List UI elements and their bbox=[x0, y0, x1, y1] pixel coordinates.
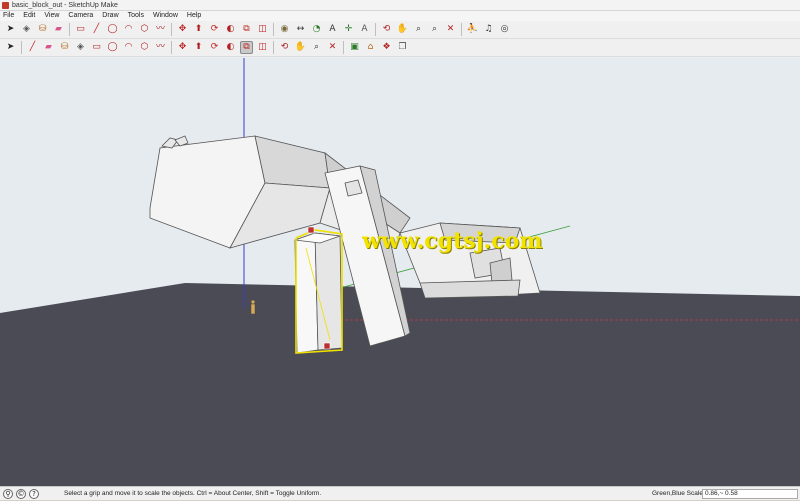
3d-text-icon[interactable]: A bbox=[358, 23, 371, 36]
walk-icon[interactable]: ♫ bbox=[482, 23, 495, 36]
rectangle-icon[interactable]: ▭ bbox=[90, 41, 103, 54]
polygon-icon[interactable]: ⬡ bbox=[138, 23, 151, 36]
push-pull-icon[interactable]: ⬆ bbox=[192, 23, 205, 36]
window-title: basic_block_out - SketchUp Make bbox=[12, 2, 118, 9]
zoom-window-icon[interactable]: ⌕ bbox=[428, 23, 441, 36]
components-icon[interactable]: ▣ bbox=[348, 41, 361, 54]
make-component-icon[interactable]: ◈ bbox=[74, 41, 87, 54]
toolbar-separator bbox=[171, 41, 172, 54]
measurements-input[interactable]: 0.86,~ 0.58 bbox=[702, 489, 798, 499]
selected-box bbox=[294, 232, 343, 354]
menu-tools[interactable]: Tools bbox=[128, 11, 144, 21]
rectangle-icon[interactable]: ▭ bbox=[74, 23, 87, 36]
arc-icon[interactable]: ◠ bbox=[122, 41, 135, 54]
orbit-icon[interactable]: ⟲ bbox=[278, 41, 291, 54]
dimension-icon[interactable]: ↔ bbox=[294, 23, 307, 36]
zoom-icon[interactable]: ⌕ bbox=[310, 41, 323, 54]
polygon-icon[interactable]: ⬡ bbox=[138, 41, 151, 54]
zoom-extents-icon[interactable]: ✕ bbox=[444, 23, 457, 36]
toolbar-separator bbox=[273, 41, 274, 54]
menu-camera[interactable]: Camera bbox=[68, 11, 93, 21]
orbit-icon[interactable]: ⟲ bbox=[380, 23, 393, 36]
eraser-icon[interactable]: ▰ bbox=[42, 41, 55, 54]
extension-warehouse-icon[interactable]: ❐ bbox=[396, 41, 409, 54]
paint-bucket-icon[interactable]: ⛁ bbox=[36, 23, 49, 36]
menu-view[interactable]: View bbox=[44, 11, 59, 21]
circle-icon[interactable]: ◯ bbox=[106, 23, 119, 36]
follow-me-icon[interactable]: ◐ bbox=[224, 41, 237, 54]
warehouse-icon[interactable]: ⌂ bbox=[364, 41, 377, 54]
toolbar-separator bbox=[171, 23, 172, 36]
scale-icon[interactable]: ⧉ bbox=[240, 41, 253, 54]
select-icon[interactable]: ➤ bbox=[4, 23, 17, 36]
3d-viewport[interactable]: www.cgtsj.com bbox=[0, 58, 800, 486]
push-pull-icon[interactable]: ⬆ bbox=[192, 41, 205, 54]
tape-measure-icon[interactable]: ◉ bbox=[278, 23, 291, 36]
menu-window[interactable]: Window bbox=[153, 11, 178, 21]
move-icon[interactable]: ✥ bbox=[176, 41, 189, 54]
move-icon[interactable]: ✥ bbox=[176, 23, 189, 36]
freehand-icon[interactable]: 〰 bbox=[154, 41, 167, 54]
menu-help[interactable]: Help bbox=[187, 11, 201, 21]
toolbar-separator bbox=[21, 41, 22, 54]
protractor-icon[interactable]: ◔ bbox=[310, 23, 323, 36]
scale-grip-bottom[interactable] bbox=[323, 342, 331, 350]
scale-grip-top[interactable] bbox=[307, 226, 315, 234]
circle-icon[interactable]: ◯ bbox=[106, 41, 119, 54]
make-component-icon[interactable]: ◈ bbox=[20, 23, 33, 36]
pan-icon[interactable]: ✋ bbox=[396, 23, 409, 36]
axes-icon[interactable]: ✛ bbox=[342, 23, 355, 36]
getting-started-toolbar: ➤ ╱ ▰ ⛁ ◈ ▭ ◯ ◠ ⬡ 〰 ✥ ⬆ ⟳ ◐ ⧉ ◫ ⟲ ✋ ⌕ ✕ ▣ ⌂ ❖ ❐ bbox=[0, 39, 800, 57]
offset-icon[interactable]: ◫ bbox=[256, 41, 269, 54]
measurements-label: Green,Blue Scale bbox=[652, 490, 703, 497]
zoom-icon[interactable]: ⌕ bbox=[412, 23, 425, 36]
share-model-icon[interactable]: ❖ bbox=[380, 41, 393, 54]
geo-location-icon[interactable]: ⚲ bbox=[3, 489, 13, 499]
arc-icon[interactable]: ◠ bbox=[122, 23, 135, 36]
text-icon[interactable]: A bbox=[326, 23, 339, 36]
rotate-icon[interactable]: ⟳ bbox=[208, 41, 221, 54]
menu-file[interactable]: File bbox=[3, 11, 14, 21]
title-bar: basic_block_out - SketchUp Make bbox=[0, 0, 800, 11]
credits-icon[interactable]: © bbox=[16, 489, 26, 499]
scale-figure bbox=[250, 299, 256, 315]
scene-canvas[interactable] bbox=[0, 58, 800, 486]
pan-icon[interactable]: ✋ bbox=[294, 41, 307, 54]
eraser-icon[interactable]: ▰ bbox=[52, 23, 65, 36]
toolbar-separator bbox=[343, 41, 344, 54]
status-message: Select a grip and move it to scale the o… bbox=[64, 490, 322, 497]
toolbar-separator bbox=[69, 23, 70, 36]
menu-draw[interactable]: Draw bbox=[102, 11, 118, 21]
large-tool-set-toolbar: ➤ ◈ ⛁ ▰ ▭ ╱ ◯ ◠ ⬡ 〰 ✥ ⬆ ⟳ ◐ ⧉ ◫ ◉ ↔ ◔ A ✛ A ⟲ ✋ ⌕ ⌕ ✕ ⛹ ♫ ◎ bbox=[0, 21, 800, 39]
line-icon[interactable]: ╱ bbox=[90, 23, 103, 36]
help-icon[interactable]: ? bbox=[29, 489, 39, 499]
toolbar-separator bbox=[273, 23, 274, 36]
status-bar: ⚲ ©? Select a grip and move it to scale t… bbox=[0, 486, 800, 500]
watermark-text: www.cgtsj.com bbox=[362, 228, 543, 254]
app-logo-icon bbox=[2, 2, 9, 9]
scale-icon[interactable]: ⧉ bbox=[240, 23, 253, 36]
paint-bucket-icon[interactable]: ⛁ bbox=[58, 41, 71, 54]
freehand-icon[interactable]: 〰 bbox=[154, 23, 167, 36]
follow-me-icon[interactable]: ◐ bbox=[224, 23, 237, 36]
select-icon[interactable]: ➤ bbox=[4, 41, 17, 54]
toolbar-separator bbox=[375, 23, 376, 36]
menu-bar: File Edit View Camera Draw Tools Window Help bbox=[0, 11, 800, 21]
look-around-icon[interactable]: ◎ bbox=[498, 23, 511, 36]
rotate-icon[interactable]: ⟳ bbox=[208, 23, 221, 36]
toolbar-separator bbox=[461, 23, 462, 36]
line-icon[interactable]: ╱ bbox=[26, 41, 39, 54]
offset-icon[interactable]: ◫ bbox=[256, 23, 269, 36]
status-icons: ⚲ ©? bbox=[3, 489, 42, 499]
sketchup-window: basic_block_out - SketchUp Make File Edit… bbox=[0, 0, 800, 500]
zoom-extents-icon[interactable]: ✕ bbox=[326, 41, 339, 54]
position-camera-icon[interactable]: ⛹ bbox=[466, 23, 479, 36]
menu-edit[interactable]: Edit bbox=[23, 11, 35, 21]
